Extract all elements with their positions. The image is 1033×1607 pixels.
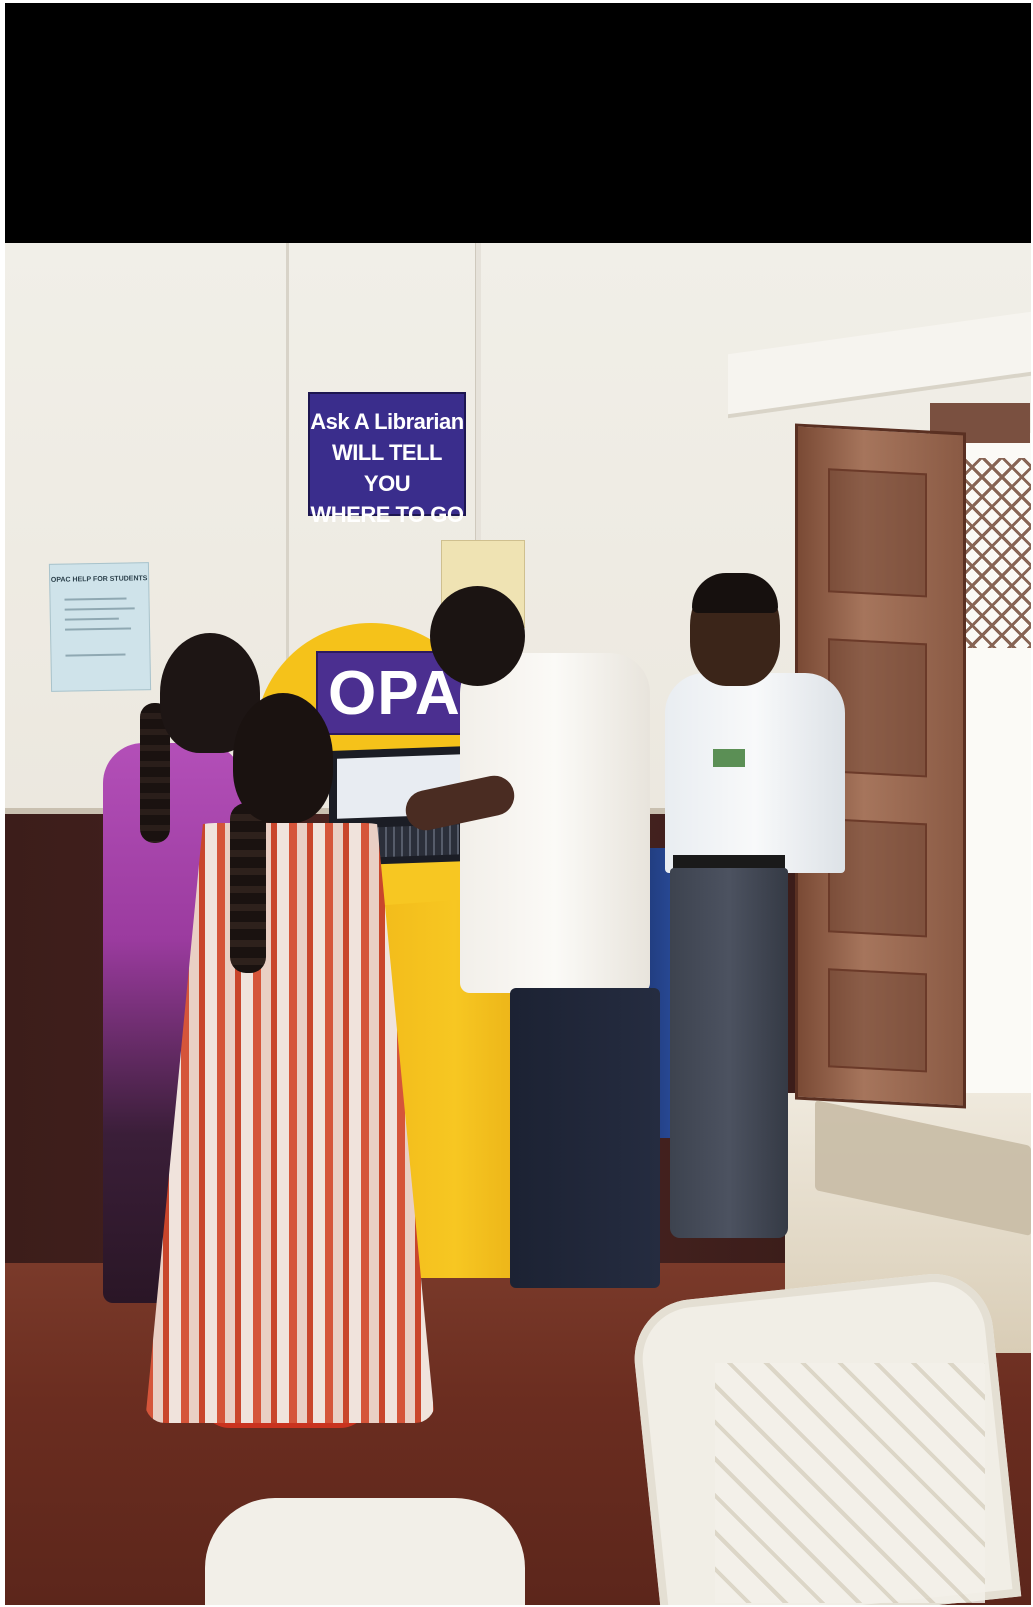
sign-line-1: Ask A Librarian (310, 409, 464, 434)
electrical-wire (286, 243, 289, 663)
person-man-standing (665, 673, 845, 873)
belt (673, 855, 785, 869)
poster-text-line (65, 627, 132, 631)
library-photo: Ask A Librarian WILL TELL YOU WHERE TO G… (5, 243, 1031, 1605)
door-panel (828, 968, 927, 1073)
person-man-at-kiosk (460, 653, 650, 993)
poster-text-line (64, 617, 119, 621)
sign-line-2: WILL TELL YOU (332, 440, 442, 496)
help-poster: OPAC HELP FOR STUDENTS (48, 562, 152, 692)
sign-line-3: WHERE TO GO (310, 502, 465, 527)
poster-text-line (64, 607, 135, 611)
trousers (510, 988, 660, 1288)
trousers (670, 868, 788, 1238)
poster-text-line (64, 597, 127, 601)
braid (230, 803, 266, 973)
on-screen-keyboard (371, 824, 459, 858)
pocket-item (713, 749, 745, 767)
plastic-chair-left (205, 1498, 525, 1605)
ask-librarian-sign: Ask A Librarian WILL TELL YOU WHERE TO G… (308, 392, 466, 527)
top-black-band (5, 3, 1031, 243)
door-panel (828, 468, 927, 598)
wall-pipe (475, 243, 481, 553)
head (430, 586, 525, 686)
poster-title: OPAC HELP FOR STUDENTS (50, 575, 148, 584)
chair-weave (715, 1363, 985, 1603)
head (233, 693, 333, 823)
poster-text-line (65, 653, 126, 657)
photo-frame: Ask A Librarian WILL TELL YOU WHERE TO G… (0, 0, 1033, 1607)
